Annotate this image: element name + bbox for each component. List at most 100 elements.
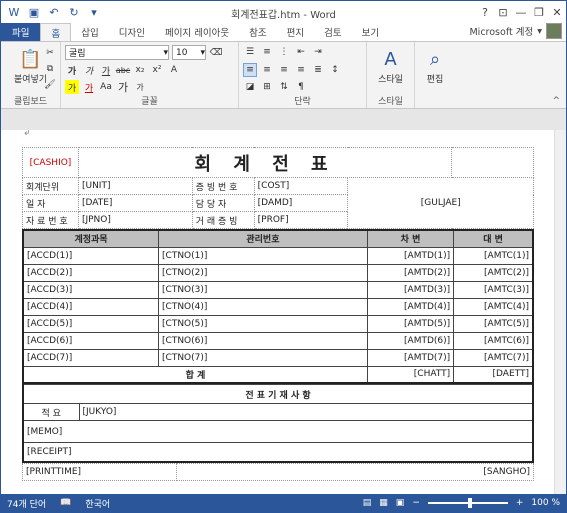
footer-table: [PRINTTIME] [SANGHO] bbox=[22, 462, 534, 481]
clear-formatting-icon[interactable]: ⌫ bbox=[209, 46, 223, 60]
highlight-button[interactable]: 가 bbox=[65, 80, 79, 94]
underline-button[interactable]: 가 bbox=[99, 63, 113, 77]
grow-font-button[interactable]: 가 bbox=[116, 80, 130, 94]
font-size-select[interactable]: 10 ▾ bbox=[172, 45, 206, 60]
shading-icon[interactable]: ◪ bbox=[243, 80, 257, 94]
table-row: [ACCD(3)] [CTNO(3)] [AMTD(3)] [AMTC(3)] bbox=[22, 280, 534, 299]
notes-table: 전 표 기 재 사 항 적 요 [JUKYO] [MEMO] [RECEIPT] bbox=[22, 384, 534, 463]
avatar[interactable] bbox=[546, 23, 562, 39]
printtime-field: [PRINTTIME] bbox=[22, 462, 177, 481]
show-marks-icon[interactable]: ¶ bbox=[294, 80, 308, 94]
document-area[interactable]: ↲ [CASHIO] 회 계 전 표 회계단위 [UNIT] 증 빙 번 호 [… bbox=[1, 130, 566, 494]
undo-icon[interactable]: ↶ bbox=[47, 5, 61, 19]
clipboard-group: 📋 붙여넣기 ✂ ⧉ 🖌 클립보드 bbox=[1, 42, 61, 108]
collapse-ribbon-icon[interactable]: ^ bbox=[552, 96, 560, 106]
prof-label: 거 래 증 빙 bbox=[191, 211, 255, 229]
debit-cell: [AMTD(2)] bbox=[366, 263, 455, 282]
font-group: 굴림 ▾ 10 ▾ ⌫ 가 가 가 abc x₂ x² A 가 가 Aa 가 가 글… bbox=[61, 42, 239, 108]
zoom-out-icon[interactable]: − bbox=[412, 498, 420, 508]
italic-button[interactable]: 가 bbox=[82, 63, 96, 77]
increase-indent-icon[interactable]: ⇥ bbox=[311, 45, 325, 59]
bullets-icon[interactable]: ☰ bbox=[243, 45, 257, 59]
zoom-level[interactable]: 100 % bbox=[531, 498, 560, 508]
credit-cell: [AMTC(1)] bbox=[453, 246, 534, 265]
vertical-scrollbar[interactable] bbox=[554, 130, 566, 494]
font-name-select[interactable]: 굴림 ▾ bbox=[65, 45, 169, 60]
editing-button[interactable]: ⌕ 편집 bbox=[415, 42, 455, 86]
strikethrough-button[interactable]: abc bbox=[116, 63, 130, 77]
format-painter-icon[interactable]: 🖌 bbox=[43, 78, 57, 92]
line-spacing-icon[interactable]: ↕ bbox=[328, 63, 342, 77]
tab-references[interactable]: 참조 bbox=[239, 23, 276, 41]
redo-icon[interactable]: ↻ bbox=[67, 5, 81, 19]
account-link[interactable]: Microsoft 계정 bbox=[469, 24, 533, 38]
ribbon-tabs: 파일 홈 삽입 디자인 페이지 레이아웃 참조 편지 검토 보기 Microso… bbox=[1, 23, 566, 41]
total-label: 합 계 bbox=[22, 365, 368, 384]
credit-cell: [AMTC(3)] bbox=[453, 280, 534, 299]
justify-icon[interactable]: ≡ bbox=[294, 63, 308, 77]
tab-page-layout[interactable]: 페이지 레이아웃 bbox=[155, 23, 239, 41]
proofing-icon[interactable]: 📖 bbox=[60, 498, 71, 508]
help-button[interactable]: ? bbox=[476, 1, 494, 23]
mgmt-cell: [CTNO(3)] bbox=[158, 280, 368, 299]
tab-file[interactable]: 파일 bbox=[1, 23, 41, 41]
mgmt-cell: [CTNO(2)] bbox=[158, 263, 368, 282]
font-size-value: 10 bbox=[176, 47, 188, 58]
shrink-font-button[interactable]: 가 bbox=[133, 80, 147, 94]
editing-button-label: 편집 bbox=[426, 75, 444, 85]
font-name-value: 굴림 bbox=[69, 49, 86, 59]
language[interactable]: 한국어 bbox=[85, 497, 110, 510]
jpno-label: 자 료 번 호 bbox=[22, 211, 79, 229]
debit-cell: [AMTD(6)] bbox=[366, 331, 455, 350]
change-case-button[interactable]: Aa bbox=[99, 80, 113, 94]
word-app-icon: W bbox=[8, 5, 20, 19]
read-mode-icon[interactable]: ▤ bbox=[363, 498, 372, 508]
word-count[interactable]: 74개 단어 bbox=[7, 497, 46, 510]
clipboard-group-label: 클립보드 bbox=[13, 97, 48, 107]
tab-review[interactable]: 검토 bbox=[314, 23, 351, 41]
decrease-indent-icon[interactable]: ⇤ bbox=[294, 45, 308, 59]
font-color-button[interactable]: 가 bbox=[82, 80, 96, 94]
ribbon-display-icon[interactable]: ⊡ bbox=[494, 1, 512, 23]
close-button[interactable]: ✕ bbox=[548, 1, 566, 23]
memo-field: [MEMO] bbox=[22, 420, 534, 443]
customize-qat-icon[interactable]: ▾ bbox=[87, 5, 101, 19]
tab-design[interactable]: 디자인 bbox=[109, 23, 155, 41]
align-left-icon[interactable]: ≡ bbox=[243, 63, 257, 77]
minimize-button[interactable]: — bbox=[512, 1, 530, 23]
cost-label: 증 빙 번 호 bbox=[191, 177, 255, 195]
subscript-button[interactable]: x₂ bbox=[133, 63, 147, 77]
superscript-button[interactable]: x² bbox=[150, 63, 164, 77]
summary-label: 적 요 bbox=[22, 403, 80, 421]
zoom-slider[interactable] bbox=[427, 498, 508, 508]
title-bar: W ▣ ↶ ↻ ▾ 회계전표갑.htm - Word ? ⊡ — ❐ ✕ bbox=[1, 1, 566, 23]
numbering-icon[interactable]: ≡ bbox=[260, 45, 274, 59]
align-center-icon[interactable]: ≡ bbox=[260, 63, 274, 77]
unit-label: 회계단위 bbox=[22, 177, 79, 195]
receipt-field: [RECEIPT] bbox=[22, 442, 534, 462]
tab-view[interactable]: 보기 bbox=[352, 23, 389, 41]
print-layout-icon[interactable]: ▦ bbox=[379, 498, 388, 508]
zoom-in-icon[interactable]: + bbox=[516, 498, 524, 508]
tab-mailings[interactable]: 편지 bbox=[277, 23, 314, 41]
header-account: 계정과목 bbox=[22, 229, 160, 248]
bold-button[interactable]: 가 bbox=[65, 63, 79, 77]
distributed-icon[interactable]: ≣ bbox=[311, 63, 325, 77]
styles-button[interactable]: A 스타일 bbox=[367, 42, 414, 86]
align-right-icon[interactable]: ≡ bbox=[277, 63, 291, 77]
text-effects-icon[interactable]: A bbox=[167, 63, 181, 77]
header-mgmt-no: 관리번호 bbox=[158, 229, 368, 248]
restore-button[interactable]: ❐ bbox=[530, 1, 548, 23]
cut-icon[interactable]: ✂ bbox=[43, 46, 57, 60]
copy-icon[interactable]: ⧉ bbox=[43, 62, 57, 76]
account-cell: [ACCD(7)] bbox=[22, 348, 160, 367]
multilevel-list-icon[interactable]: ⋮ bbox=[277, 45, 291, 59]
save-icon[interactable]: ▣ bbox=[27, 5, 41, 19]
web-layout-icon[interactable]: ▣ bbox=[396, 498, 405, 508]
account-dropdown-icon[interactable]: ▾ bbox=[537, 26, 542, 37]
borders-icon[interactable]: ⊞ bbox=[260, 80, 274, 94]
zoom-slider-knob[interactable] bbox=[467, 498, 472, 508]
tab-insert[interactable]: 삽입 bbox=[71, 23, 108, 41]
sort-icon[interactable]: ⇅ bbox=[277, 80, 291, 94]
tab-home[interactable]: 홈 bbox=[40, 23, 72, 41]
